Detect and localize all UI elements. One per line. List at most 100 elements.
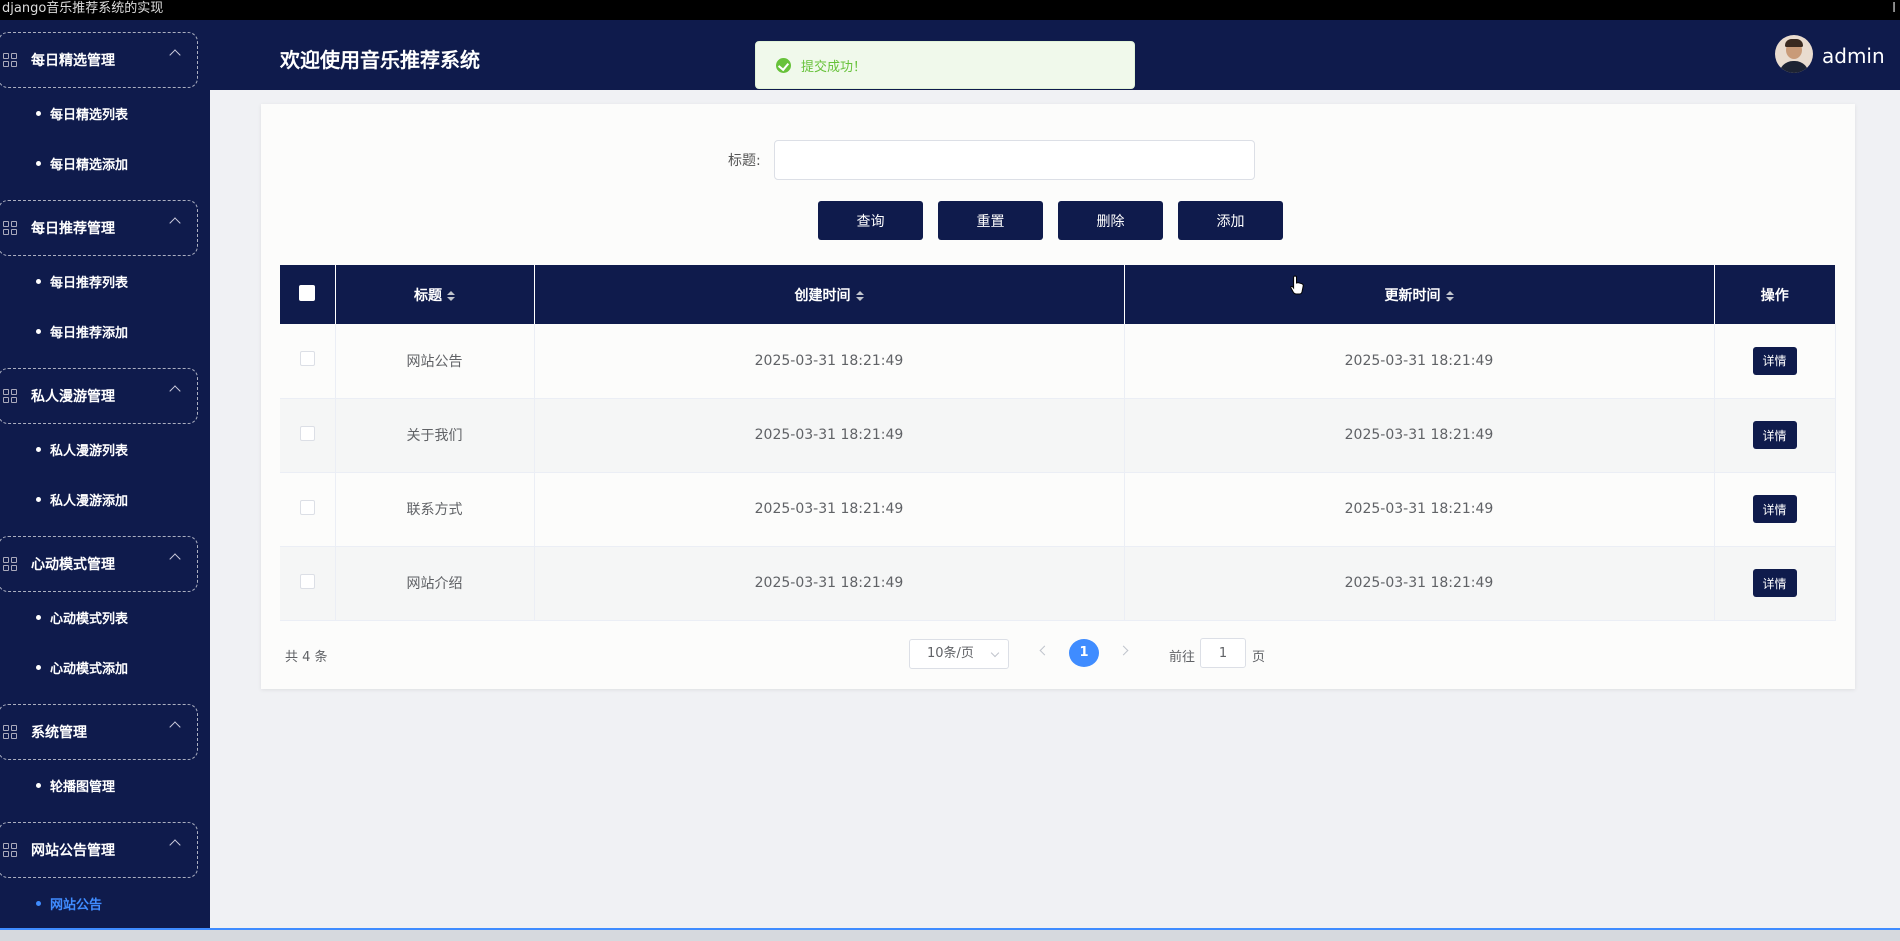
page-number-current[interactable]: 1 — [1069, 639, 1099, 667]
bullet-icon — [36, 496, 41, 502]
goto-page-input[interactable] — [1200, 638, 1246, 668]
sort-icon[interactable] — [1445, 290, 1454, 301]
sidebar-item-daily-picks-add[interactable]: 每日精选添加 — [0, 138, 210, 188]
page-size-value: 10条/页 — [927, 646, 974, 661]
table-row: 网站介绍 2025-03-31 18:21:49 2025-03-31 18:2… — [280, 546, 1836, 621]
sidebar-item-label: 私人漫游添加 — [50, 493, 129, 509]
sidebar-item-heart-mode-list[interactable]: 心动模式列表 — [0, 592, 210, 642]
bullet-icon — [36, 446, 41, 452]
detail-button[interactable]: 详情 — [1752, 421, 1797, 449]
sidebar-item-label: 心动模式添加 — [50, 661, 129, 677]
sidebar-item-daily-recommend-add[interactable]: 每日推荐添加 — [0, 306, 210, 356]
sidebar-item-label: 轮播图管理 — [50, 779, 116, 795]
window-title: django音乐推荐系统的实现 — [2, 1, 164, 16]
next-page-button[interactable] — [1118, 645, 1129, 656]
sidebar-group-label: 心动模式管理 — [31, 557, 115, 573]
row-updated: 2025-03-31 18:21:49 — [1124, 324, 1715, 399]
column-title[interactable]: 标题 — [335, 265, 535, 324]
sidebar-group-system: 系统管理 轮播图管理 — [0, 704, 210, 810]
row-checkbox[interactable] — [299, 573, 315, 589]
select-all-checkbox[interactable] — [299, 284, 316, 301]
chevron-up-icon — [169, 553, 181, 565]
prev-page-button[interactable] — [1039, 645, 1050, 656]
row-updated: 2025-03-31 18:21:49 — [1124, 472, 1715, 547]
sidebar-group-daily-picks-header[interactable]: 每日精选管理 — [0, 32, 198, 88]
sidebar-item-private-roaming-list[interactable]: 私人漫游列表 — [0, 424, 210, 474]
sidebar-group-daily-recommend-header[interactable]: 每日推荐管理 — [0, 200, 198, 256]
avatar[interactable] — [1775, 35, 1813, 73]
sidebar-item-label: 心动模式列表 — [50, 611, 129, 627]
column-created[interactable]: 创建时间 — [534, 265, 1125, 324]
goto-label: 前往 — [1169, 650, 1196, 665]
announcements-table: 标题 创建时间 更新时间 操作 网站公告 2025-03-31 18:21:49… — [280, 265, 1836, 621]
column-actions-label: 操作 — [1760, 287, 1789, 304]
column-title-label: 标题 — [414, 287, 442, 304]
page-label: 页 — [1252, 650, 1266, 665]
chevron-down-icon — [990, 648, 1000, 658]
sidebar-item-carousel[interactable]: 轮播图管理 — [0, 760, 210, 810]
sidebar-item-daily-recommend-list[interactable]: 每日推荐列表 — [0, 256, 210, 306]
hand-cursor-icon — [1290, 275, 1304, 295]
bullet-icon — [36, 160, 41, 166]
sidebar-group-daily-picks: 每日精选管理 每日精选列表 每日精选添加 — [0, 32, 210, 188]
sidebar-group-heart-mode-header[interactable]: 心动模式管理 — [0, 536, 198, 592]
sidebar-item-announcements[interactable]: 网站公告 — [0, 878, 210, 928]
row-created: 2025-03-31 18:21:49 — [534, 472, 1125, 547]
page-size-select[interactable]: 10条/页 — [909, 639, 1009, 669]
select-all-cell — [280, 265, 336, 324]
row-title: 联系方式 — [335, 472, 535, 547]
sidebar-group-daily-recommend: 每日推荐管理 每日推荐列表 每日推荐添加 — [0, 200, 210, 356]
sidebar-item-daily-picks-list[interactable]: 每日精选列表 — [0, 88, 210, 138]
username[interactable]: admin — [1822, 44, 1885, 68]
bullet-icon — [36, 664, 41, 670]
sidebar-item-label: 每日推荐添加 — [50, 325, 129, 341]
toast-message: 提交成功！ — [801, 59, 867, 75]
detail-button[interactable]: 详情 — [1752, 569, 1797, 597]
column-actions: 操作 — [1714, 265, 1835, 324]
sidebar-group-label: 系统管理 — [31, 725, 87, 741]
bullet-icon — [36, 328, 41, 334]
sort-icon[interactable] — [855, 290, 864, 301]
row-created: 2025-03-31 18:21:49 — [534, 398, 1125, 473]
column-created-label: 创建时间 — [794, 287, 851, 304]
sidebar-group-announcements-header[interactable]: 网站公告管理 — [0, 822, 198, 878]
column-updated[interactable]: 更新时间 — [1124, 265, 1715, 324]
row-created: 2025-03-31 18:21:49 — [534, 324, 1125, 399]
column-updated-label: 更新时间 — [1384, 287, 1441, 304]
detail-button[interactable]: 详情 — [1752, 346, 1797, 375]
reset-button[interactable]: 重置 — [938, 201, 1043, 240]
bullet-icon — [36, 900, 41, 906]
sort-icon[interactable] — [447, 290, 455, 301]
sidebar-group-private-roaming-header[interactable]: 私人漫游管理 — [0, 368, 198, 424]
sidebar-group-heart-mode: 心动模式管理 心动模式列表 心动模式添加 — [0, 536, 210, 692]
row-checkbox[interactable] — [299, 499, 315, 515]
sidebar-item-label: 每日推荐列表 — [50, 275, 129, 291]
success-toast: 提交成功！ — [755, 41, 1135, 89]
bullet-icon — [36, 278, 41, 284]
sidebar-item-heart-mode-add[interactable]: 心动模式添加 — [0, 642, 210, 692]
sidebar-item-private-roaming-add[interactable]: 私人漫游添加 — [0, 474, 210, 524]
delete-button[interactable]: 删除 — [1058, 201, 1163, 240]
avatar-suit — [1779, 61, 1809, 73]
title-search-input[interactable] — [774, 140, 1255, 180]
table-row: 关于我们 2025-03-31 18:21:49 2025-03-31 18:2… — [280, 398, 1836, 473]
sidebar-item-label: 私人漫游列表 — [50, 443, 129, 459]
chevron-up-icon — [169, 839, 181, 851]
table-row: 联系方式 2025-03-31 18:21:49 2025-03-31 18:2… — [280, 472, 1836, 547]
sidebar-group-label: 网站公告管理 — [31, 843, 115, 859]
chevron-up-icon — [169, 385, 181, 397]
row-checkbox[interactable] — [299, 351, 315, 367]
table-row: 网站公告 2025-03-31 18:21:49 2025-03-31 18:2… — [280, 324, 1836, 399]
check-circle-icon — [776, 57, 791, 73]
chevron-up-icon — [169, 721, 181, 733]
sidebar: 每日精选管理 每日精选列表 每日精选添加 每日推荐管理 每日推荐列表 每日推荐添… — [0, 20, 210, 928]
row-checkbox[interactable] — [299, 425, 315, 441]
table-header-row: 标题 创建时间 更新时间 操作 — [280, 265, 1835, 324]
detail-button[interactable]: 详情 — [1752, 495, 1797, 523]
row-title: 关于我们 — [335, 398, 535, 473]
add-button[interactable]: 添加 — [1178, 201, 1283, 240]
sidebar-group-system-header[interactable]: 系统管理 — [0, 704, 198, 760]
bullet-icon — [36, 614, 41, 620]
query-button[interactable]: 查询 — [818, 201, 923, 240]
row-created: 2025-03-31 18:21:49 — [534, 546, 1125, 621]
